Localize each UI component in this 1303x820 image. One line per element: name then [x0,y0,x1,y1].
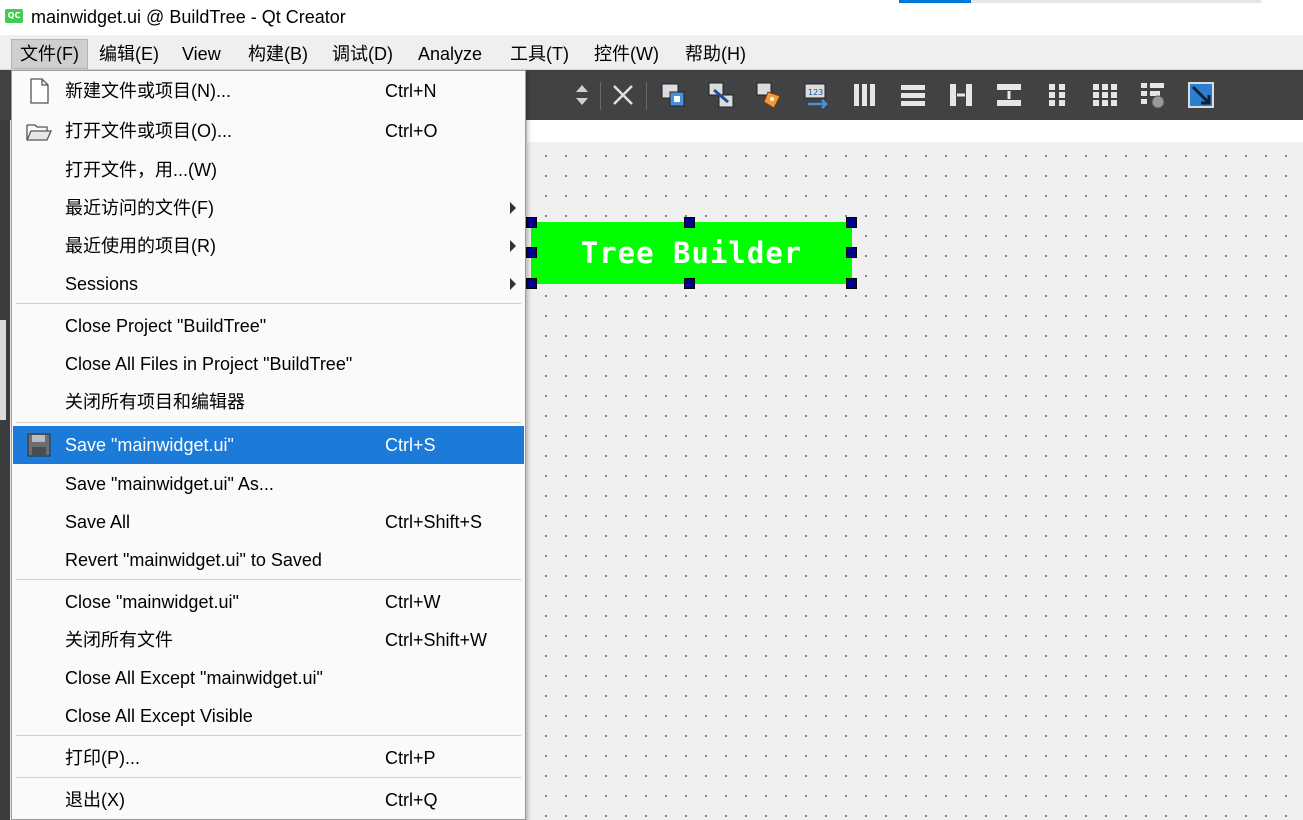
menu-separator [16,735,521,736]
menu-tools[interactable]: 工具(T) [502,39,577,69]
menu-item-save-as[interactable]: Save "mainwidget.ui" As... [13,465,524,503]
resize-handle-top-left[interactable] [526,217,537,228]
resize-handle-left[interactable] [526,247,537,258]
menu-item-recent-projects[interactable]: 最近使用的项目(R) [13,227,524,265]
menu-analyze[interactable]: Analyze [410,39,490,69]
menu-separator [16,303,521,304]
resize-handle-top-right[interactable] [846,217,857,228]
taskbar-strip [971,0,1261,3]
menu-separator [16,777,521,778]
layout-h-splitter-icon[interactable] [945,79,977,111]
menu-separator [16,422,521,423]
menu-item-close-all-projects-editors[interactable]: 关闭所有项目和编辑器 [13,383,524,421]
menu-file[interactable]: 文件(F) [11,39,88,69]
menu-widgets[interactable]: 控件(W) [586,39,667,69]
menu-item-close-project[interactable]: Close Project "BuildTree" [13,307,524,345]
menu-help[interactable]: 帮助(H) [677,39,754,69]
file-menu-dropdown: 新建文件或项目(N)... Ctrl+N 打开文件或项目(O)... Ctrl+… [11,70,526,820]
menu-item-open-file-or-project[interactable]: 打开文件或项目(O)... Ctrl+O [13,112,524,150]
qt-creator-app-icon: QC [5,9,23,23]
menu-item-revert-to-saved[interactable]: Revert "mainwidget.ui" to Saved [13,541,524,579]
menu-item-print[interactable]: 打印(P)... Ctrl+P [13,739,524,777]
menu-item-close-file[interactable]: Close "mainwidget.ui" Ctrl+W [13,583,524,621]
toolbar-separator [646,82,647,110]
tree-builder-label-widget[interactable]: Tree Builder [531,222,852,284]
layout-vertical-icon[interactable] [897,79,929,111]
menu-item-sessions[interactable]: Sessions [13,265,524,303]
menu-item-new-file-or-project[interactable]: 新建文件或项目(N)... Ctrl+N [13,72,524,110]
menu-item-close-all-except[interactable]: Close All Except "mainwidget.ui" [13,659,524,697]
resize-handle-bottom[interactable] [684,278,695,289]
layout-horizontal-icon[interactable] [849,79,881,111]
form-header-strip [527,120,1303,142]
menu-item-recent-files[interactable]: 最近访问的文件(F) [13,189,524,227]
adjust-size-icon[interactable] [1185,79,1217,111]
break-layout-icon[interactable] [1137,79,1169,111]
menu-separator [16,579,521,580]
menu-item-open-with[interactable]: 打开文件，用...(W) [13,151,524,189]
submenu-arrow-icon [510,202,516,214]
menu-edit[interactable]: 编辑(E) [91,39,167,69]
menu-debug[interactable]: 调试(D) [324,39,401,69]
title-bar: QC mainwidget.ui @ BuildTree - Qt Creato… [0,0,1303,35]
menu-item-close-all-files-in-project[interactable]: Close All Files in Project "BuildTree" [13,345,524,383]
edit-widgets-icon[interactable] [657,79,689,111]
svg-text:123: 123 [808,88,823,97]
menu-item-exit[interactable]: 退出(X) Ctrl+Q [13,781,524,819]
edit-tab-order-icon[interactable]: 123 [801,79,833,111]
edit-signals-icon[interactable] [705,79,737,111]
resize-handle-bottom-left[interactable] [526,278,537,289]
resize-handle-top[interactable] [684,217,695,228]
open-folder-icon [25,118,53,144]
save-icon [25,432,53,458]
layout-form-icon[interactable] [1041,79,1073,111]
menu-item-save-all[interactable]: Save All Ctrl+Shift+S [13,503,524,541]
menu-item-save[interactable]: Save "mainwidget.ui" Ctrl+S [13,426,524,464]
menu-build[interactable]: 构建(B) [240,39,316,69]
toolbar-separator [600,82,601,110]
sort-arrows-icon[interactable] [566,79,598,111]
layout-v-splitter-icon[interactable] [993,79,1025,111]
left-panel-edge [0,120,10,820]
new-file-icon [25,78,53,104]
submenu-arrow-icon [510,278,516,290]
menu-item-close-all-except-visible[interactable]: Close All Except Visible [13,697,524,735]
edit-buddies-icon[interactable] [753,79,785,111]
menu-view[interactable]: View [174,39,229,69]
layout-grid-icon[interactable] [1089,79,1121,111]
menu-bar: 文件(F) 编辑(E) View 构建(B) 调试(D) Analyze 工具(… [0,35,1303,70]
window-title: mainwidget.ui @ BuildTree - Qt Creator [31,7,346,27]
submenu-arrow-icon [510,240,516,252]
close-x-icon[interactable] [607,79,639,111]
resize-handle-bottom-right[interactable] [846,278,857,289]
taskbar-accent [899,0,971,3]
menu-item-close-all-files[interactable]: 关闭所有文件 Ctrl+Shift+W [13,621,524,659]
resize-handle-right[interactable] [846,247,857,258]
